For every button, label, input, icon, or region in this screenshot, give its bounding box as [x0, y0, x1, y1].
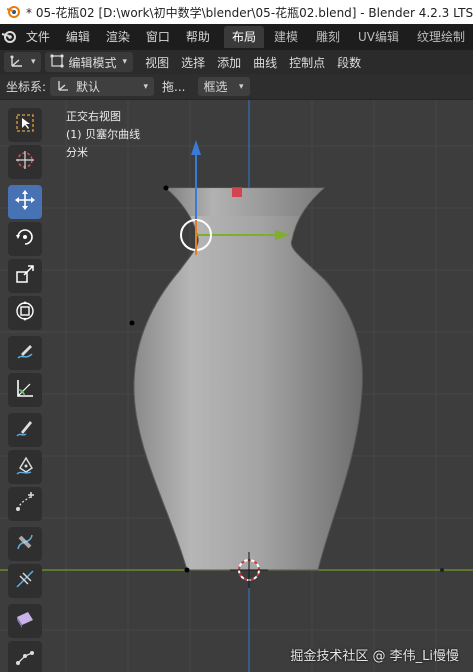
move-icon: [14, 189, 36, 215]
view-name: 正交右视图: [66, 110, 121, 123]
tool-tilt[interactable]: [8, 564, 42, 598]
blender-menu-icon[interactable]: [0, 24, 18, 50]
menu-render[interactable]: 渲染: [98, 24, 138, 50]
select-mode-dropdown[interactable]: 框选 ▾: [197, 77, 250, 96]
pen-icon: [14, 454, 36, 480]
menu-file[interactable]: 文件: [18, 24, 58, 50]
tool-shelf: [8, 108, 48, 672]
coord-system-label: 坐标系:: [6, 80, 47, 94]
tilt-icon: [14, 568, 36, 594]
tool-randomize[interactable]: [8, 604, 42, 638]
viewport-header: ▾ 编辑模式 ▾ 视图 选择 添加 曲线 控制点 段数: [0, 50, 473, 74]
viewport-info: 正交右视图 (1) 贝塞尔曲线 分米: [66, 108, 140, 162]
tool-rotate[interactable]: [8, 222, 42, 256]
radius-icon: [14, 531, 36, 557]
tool-radius[interactable]: [8, 527, 42, 561]
tool-select-box[interactable]: [8, 108, 42, 142]
viewport-canvas: [0, 100, 473, 672]
gizmo-z-arrow: [191, 140, 201, 155]
coord-system-dropdown[interactable]: 默认 ▾: [50, 77, 155, 96]
curve-points-icon: [14, 645, 36, 671]
tool-measure[interactable]: [8, 373, 42, 407]
menu-window[interactable]: 窗口: [138, 24, 178, 50]
vase-mesh: [133, 187, 363, 571]
tool-transform[interactable]: [8, 296, 42, 330]
select-box-icon: [14, 112, 36, 138]
chevron-down-icon: ▾: [122, 57, 128, 67]
tab-uv-editing[interactable]: UV编辑: [350, 26, 407, 48]
tool-draw[interactable]: [8, 413, 42, 447]
draw-icon: [14, 417, 36, 443]
transform-icon: [14, 300, 36, 326]
tool-annotate[interactable]: [8, 336, 42, 370]
menu-edit[interactable]: 编辑: [58, 24, 98, 50]
editor-type-button[interactable]: ▾: [4, 52, 41, 72]
gizmo-plane-handle: [232, 187, 242, 197]
menu-help[interactable]: 帮助: [178, 24, 218, 50]
extrude-curve-icon: [14, 491, 36, 517]
blender-logo-icon: [6, 5, 20, 19]
window-titlebar: * 05-花瓶02 [D:\work\初中数学\blender\05-花瓶02.…: [0, 0, 473, 24]
window-title: * 05-花瓶02 [D:\work\初中数学\blender\05-花瓶02.…: [26, 5, 473, 20]
measure-icon: [14, 377, 36, 403]
rotate-icon: [14, 226, 36, 252]
control-point: [440, 568, 444, 572]
header-menu-select[interactable]: 选择: [175, 54, 211, 71]
3d-viewport[interactable]: 正交右视图 (1) 贝塞尔曲线 分米 掘金技术社区 @ 李伟_Li慢慢: [0, 100, 473, 672]
tool-settings-bar: 坐标系: 默认 ▾ 拖... 框选 ▾: [0, 74, 473, 100]
chevron-down-icon: ▾: [143, 81, 149, 92]
axes-icon: [9, 54, 25, 71]
header-menu-view[interactable]: 视图: [139, 54, 175, 71]
coord-system-value: 默认: [76, 80, 101, 94]
chevron-down-icon: ▾: [31, 57, 36, 67]
tool-move[interactable]: [8, 185, 42, 219]
watermark: 掘金技术社区 @ 李伟_Li慢慢: [290, 649, 459, 664]
header-menu-add[interactable]: 添加: [211, 54, 247, 71]
select-mode-value: 框选: [203, 80, 228, 94]
tool-cursor[interactable]: [8, 145, 42, 179]
tab-texture-paint[interactable]: 纹理绘制: [409, 26, 473, 48]
header-menu-segments[interactable]: 段数: [331, 54, 367, 71]
drag-label: 拖...: [162, 80, 186, 94]
tab-modeling[interactable]: 建模: [266, 26, 306, 48]
cursor-icon: [14, 149, 36, 175]
control-point: [163, 185, 169, 191]
object-name: (1) 贝塞尔曲线: [66, 128, 141, 141]
tab-sculpting[interactable]: 雕刻: [308, 26, 348, 48]
control-point: [129, 320, 135, 326]
top-menubar: 文件 编辑 渲染 窗口 帮助 布局 建模 雕刻 UV编辑 纹理绘制: [0, 24, 473, 50]
tool-shrink-fatten[interactable]: [8, 641, 42, 672]
header-menu-control-points[interactable]: 控制点: [283, 54, 331, 71]
randomize-icon: [14, 608, 36, 634]
annotate-icon: [14, 340, 36, 366]
orientation-icon: [56, 78, 70, 95]
tool-pen[interactable]: [8, 450, 42, 484]
header-menu-curve[interactable]: 曲线: [247, 54, 283, 71]
tab-layout[interactable]: 布局: [223, 26, 264, 48]
control-point: [184, 567, 190, 573]
tool-scale[interactable]: [8, 259, 42, 293]
edit-mode-icon: [49, 53, 64, 71]
tool-extrude[interactable]: [8, 487, 42, 521]
mode-dropdown[interactable]: 编辑模式 ▾: [44, 52, 134, 72]
mode-label: 编辑模式: [68, 55, 117, 70]
chevron-down-icon: ▾: [238, 81, 244, 92]
scale-icon: [14, 263, 36, 289]
unit-label: 分米: [66, 146, 88, 159]
